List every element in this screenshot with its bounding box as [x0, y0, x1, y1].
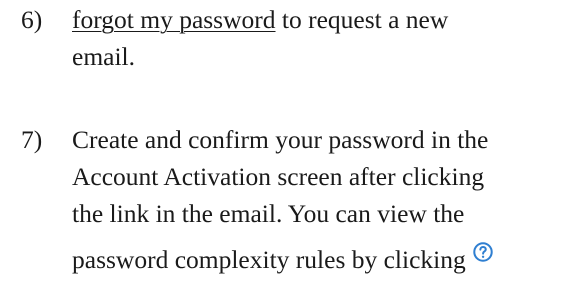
step-line-text: password complexity rules by clicking [72, 245, 466, 274]
step-number: 6) [21, 5, 43, 34]
icon-question-mark [479, 246, 487, 255]
step-line: Create and confirm your password in the [72, 125, 489, 154]
icon-dot [481, 255, 485, 258]
step-line: password complexity rules by clicking [72, 241, 494, 278]
forgot-password-link: forgot my password [72, 5, 276, 34]
step-line: email. [72, 42, 136, 71]
step-line: forgot my password to request a new [72, 1, 448, 38]
step-number: 7) [21, 125, 43, 154]
step-line: Account Activation screen after clicking [72, 162, 485, 191]
question-circle-icon [473, 242, 493, 262]
step-text: Create and confirm your password in the … [72, 121, 494, 278]
step-text: forgot my password to request a new emai… [72, 1, 448, 75]
step-line: the link in the email. You can view the [72, 199, 465, 228]
step-line-text: to request a new [275, 5, 449, 34]
